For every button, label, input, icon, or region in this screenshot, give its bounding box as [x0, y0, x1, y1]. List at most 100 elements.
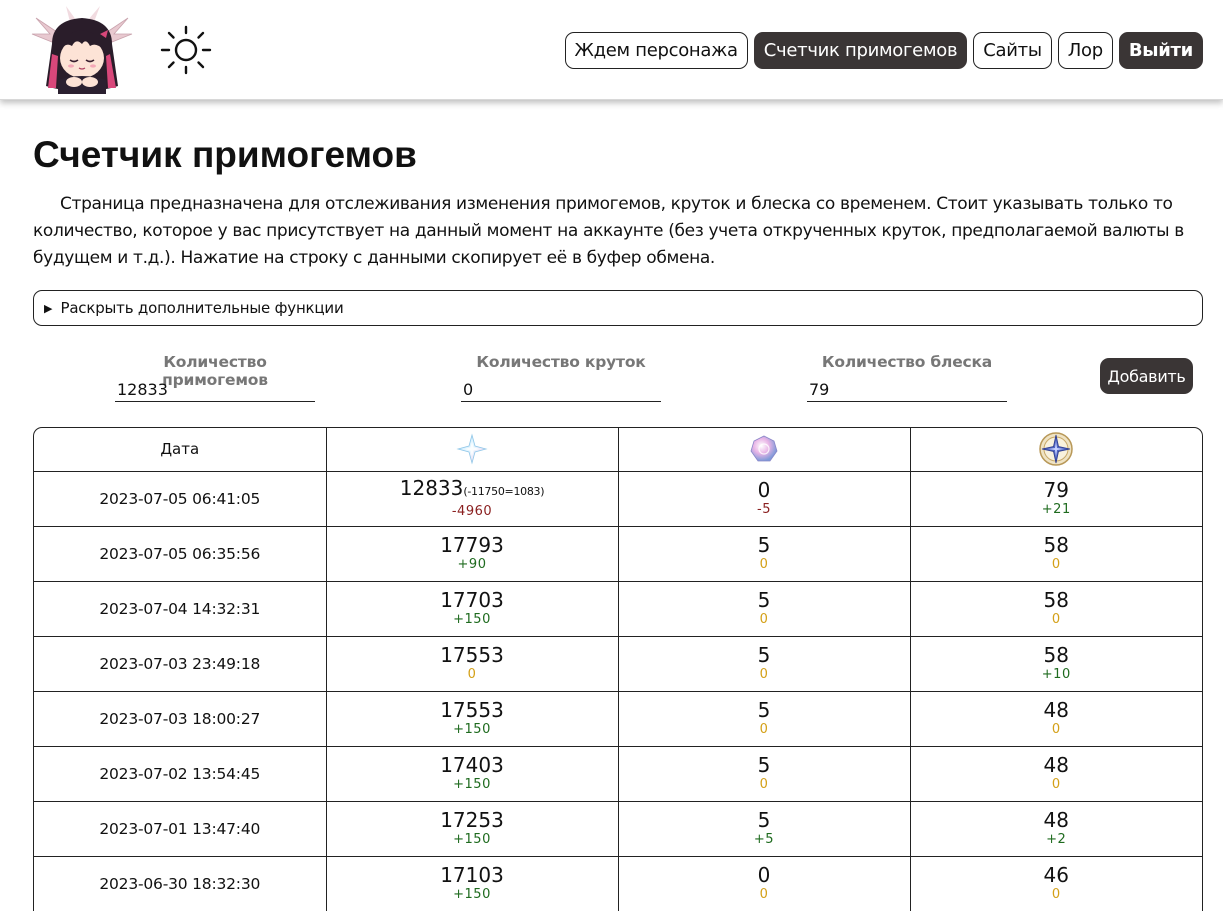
- starglitter-label: Количество блеска: [821, 353, 993, 371]
- primogem-delta: +90: [457, 556, 487, 572]
- starglitter-delta: 0: [1051, 721, 1061, 737]
- nav-sites[interactable]: Сайты: [973, 32, 1052, 69]
- row-wishes: 5 0: [618, 636, 911, 692]
- wish-value: 5: [757, 807, 771, 832]
- row-wishes: 5 0: [618, 691, 911, 747]
- row-starglitter: 48 0: [910, 746, 1202, 802]
- row-wishes: 0 0: [618, 856, 911, 911]
- table-row[interactable]: 2023-07-03 18:00:27 17553 +150 5 0 48 0: [34, 691, 1202, 747]
- row-date: 2023-07-05 06:41:05: [34, 471, 327, 527]
- starglitter-value: 58: [1043, 642, 1069, 667]
- table-row[interactable]: 2023-07-05 06:41:05 12833(-11750=1083) -…: [34, 471, 1202, 527]
- wish-delta: 0: [759, 776, 769, 792]
- starglitter-delta: 0: [1051, 886, 1061, 902]
- starglitter-value: 46: [1043, 862, 1069, 887]
- starglitter-field-group: Количество блеска: [807, 353, 1007, 402]
- logout-button[interactable]: Выйти: [1118, 32, 1203, 69]
- triangle-right-icon: ▶: [44, 302, 53, 315]
- table-row[interactable]: 2023-07-03 23:49:18 17553 0 5 0 58 +10: [34, 636, 1202, 692]
- row-wishes: 5 0: [618, 526, 911, 582]
- primogem-delta: +150: [453, 611, 491, 627]
- row-date: 2023-07-03 23:49:18: [34, 636, 327, 692]
- table-row[interactable]: 2023-07-04 14:32:31 17703 +150 5 0 58 0: [34, 581, 1202, 637]
- starglitter-delta: 0: [1051, 611, 1061, 627]
- row-date: 2023-07-05 06:35:56: [34, 526, 327, 582]
- history-table: Дата 2023-07-05 06:41:05 12833(-11750=10…: [33, 427, 1203, 911]
- table-row[interactable]: 2023-07-01 13:47:40 17253 +150 5 +5 48 +…: [34, 801, 1202, 857]
- header-date: Дата: [34, 428, 327, 472]
- row-starglitter: 58 0: [910, 581, 1202, 637]
- starglitter-delta: +21: [1041, 501, 1071, 517]
- nav-lore[interactable]: Лор: [1057, 32, 1113, 69]
- chibi-character-avatar[interactable]: [30, 4, 134, 96]
- wish-value: 5: [757, 587, 771, 612]
- starglitter-value: 58: [1043, 532, 1069, 557]
- wish-value: 5: [757, 697, 771, 722]
- row-date: 2023-06-30 18:32:30: [34, 856, 327, 911]
- wishes-label: Количество круток: [476, 353, 646, 371]
- row-date: 2023-07-04 14:32:31: [34, 581, 327, 637]
- header-primogem: [326, 428, 619, 472]
- primogem-value: 17703: [440, 587, 504, 612]
- row-primogems: 17553 +150: [326, 691, 619, 747]
- wish-delta: +5: [753, 831, 775, 847]
- nav-waiting-character[interactable]: Ждем персонажа: [564, 32, 748, 69]
- wish-delta: -5: [757, 501, 771, 517]
- starglitter-value: 79: [1043, 477, 1069, 502]
- site-header: Ждем персонажа Счетчик примогемов Сайты …: [0, 0, 1223, 100]
- more-functions-label: Раскрыть дополнительные функции: [60, 299, 344, 317]
- row-wishes: 0 -5: [618, 471, 911, 527]
- starglitter-input[interactable]: [807, 378, 1007, 402]
- wish-value: 0: [757, 477, 771, 502]
- row-primogems: 17793 +90: [326, 526, 619, 582]
- row-date: 2023-07-02 13:54:45: [34, 746, 327, 802]
- row-date: 2023-07-01 13:47:40: [34, 801, 327, 857]
- primogem-delta: +150: [453, 776, 491, 792]
- starglitter-delta: +10: [1041, 666, 1071, 682]
- primogem-value: 17253: [440, 807, 504, 832]
- primogems-input[interactable]: [115, 378, 315, 402]
- primogem-value: 17553: [440, 642, 504, 667]
- starglitter-delta: +2: [1046, 831, 1067, 847]
- table-row[interactable]: 2023-06-30 18:32:30 17103 +150 0 0 46 0: [34, 856, 1202, 911]
- starglitter-delta: 0: [1051, 776, 1061, 792]
- table-header-row: Дата: [34, 428, 1202, 472]
- more-functions-toggle[interactable]: ▶ Раскрыть дополнительные функции: [33, 290, 1203, 326]
- page-description: Страница предназначена для отслеживания …: [33, 194, 1184, 268]
- row-primogems: 17553 0: [326, 636, 619, 692]
- primogem-delta: +150: [453, 886, 491, 902]
- row-primogems: 12833(-11750=1083) -4960: [326, 471, 619, 527]
- row-primogems: 17103 +150: [326, 856, 619, 911]
- primogem-delta: -4960: [451, 503, 493, 519]
- row-primogems: 17403 +150: [326, 746, 619, 802]
- primogem-delta: 0: [467, 666, 477, 682]
- primogem-value: 17553: [440, 697, 504, 722]
- table-row[interactable]: 2023-07-05 06:35:56 17793 +90 5 0 58 0: [34, 526, 1202, 582]
- wish-delta: 0: [759, 721, 769, 737]
- sun-icon[interactable]: [158, 24, 214, 76]
- wishes-field-group: Количество круток: [461, 353, 661, 402]
- starglitter-value: 48: [1043, 752, 1069, 777]
- primogem-icon: [456, 433, 488, 465]
- primogems-field-group: Количество примогемов: [115, 353, 315, 402]
- row-starglitter: 79 +21: [910, 471, 1202, 527]
- nav-primogem-counter[interactable]: Счетчик примогемов: [753, 32, 968, 69]
- main-nav: Ждем персонажа Счетчик примогемов Сайты …: [564, 32, 1203, 69]
- row-primogems: 17253 +150: [326, 801, 619, 857]
- primogem-value: 17403: [440, 752, 504, 777]
- starglitter-delta: 0: [1051, 556, 1061, 572]
- row-wishes: 5 0: [618, 581, 911, 637]
- wish-delta: 0: [759, 886, 769, 902]
- row-wishes: 5 +5: [618, 801, 911, 857]
- primogem-extra-calc: (-11750=1083): [463, 484, 545, 498]
- row-date: 2023-07-03 18:00:27: [34, 691, 327, 747]
- wishes-input[interactable]: [461, 378, 661, 402]
- masterless-starglitter-icon: [1039, 432, 1073, 466]
- add-button[interactable]: Добавить: [1100, 358, 1193, 394]
- header-wish: [618, 428, 911, 472]
- wish-value: 5: [757, 642, 771, 667]
- table-row[interactable]: 2023-07-02 13:54:45 17403 +150 5 0 48 0: [34, 746, 1202, 802]
- primogem-value: 17793: [440, 532, 504, 557]
- primogems-label: Количество примогемов: [162, 353, 268, 389]
- wish-value: 5: [757, 532, 771, 557]
